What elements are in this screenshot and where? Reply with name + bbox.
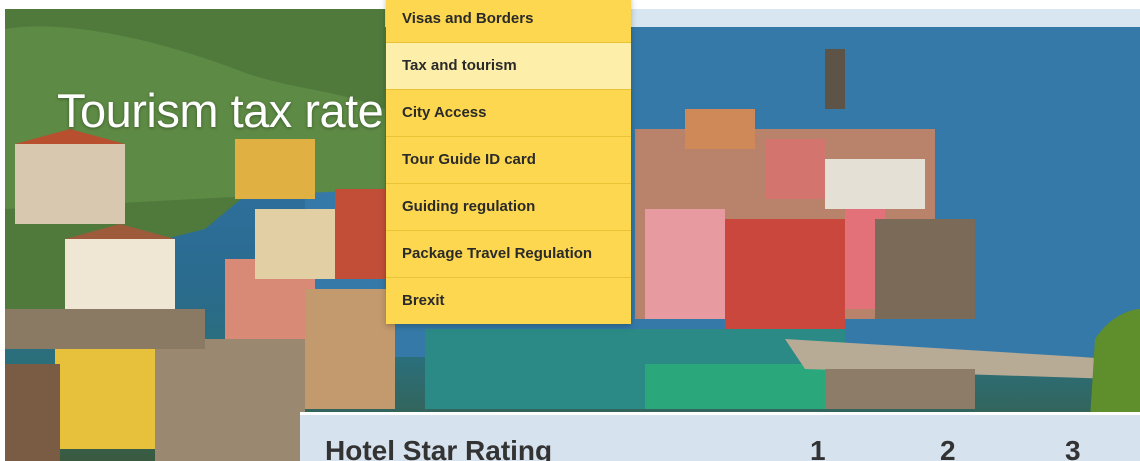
menu-item-visas-and-borders[interactable]: Visas and Borders: [386, 0, 631, 43]
menu-item-brexit[interactable]: Brexit: [386, 278, 631, 324]
page: Tourism tax rate Visas and Borders Tax a…: [0, 0, 1140, 461]
column-header-1: 1: [810, 435, 826, 461]
column-header-3: 3: [1065, 435, 1081, 461]
menu-item-guiding-regulation[interactable]: Guiding regulation: [386, 184, 631, 231]
nav-dropdown-menu: Visas and Borders Tax and tourism City A…: [386, 0, 631, 324]
tax-rate-table-header: Hotel Star Rating 1 2 3: [300, 412, 1140, 461]
menu-item-tax-and-tourism[interactable]: Tax and tourism: [386, 43, 631, 90]
menu-item-tour-guide-id-card[interactable]: Tour Guide ID card: [386, 137, 631, 184]
column-header-2: 2: [940, 435, 956, 461]
page-title: Tourism tax rate: [57, 84, 384, 137]
column-header-hotel-star-rating: Hotel Star Rating: [325, 435, 553, 461]
menu-item-package-travel-regulation[interactable]: Package Travel Regulation: [386, 231, 631, 278]
menu-item-city-access[interactable]: City Access: [386, 90, 631, 137]
